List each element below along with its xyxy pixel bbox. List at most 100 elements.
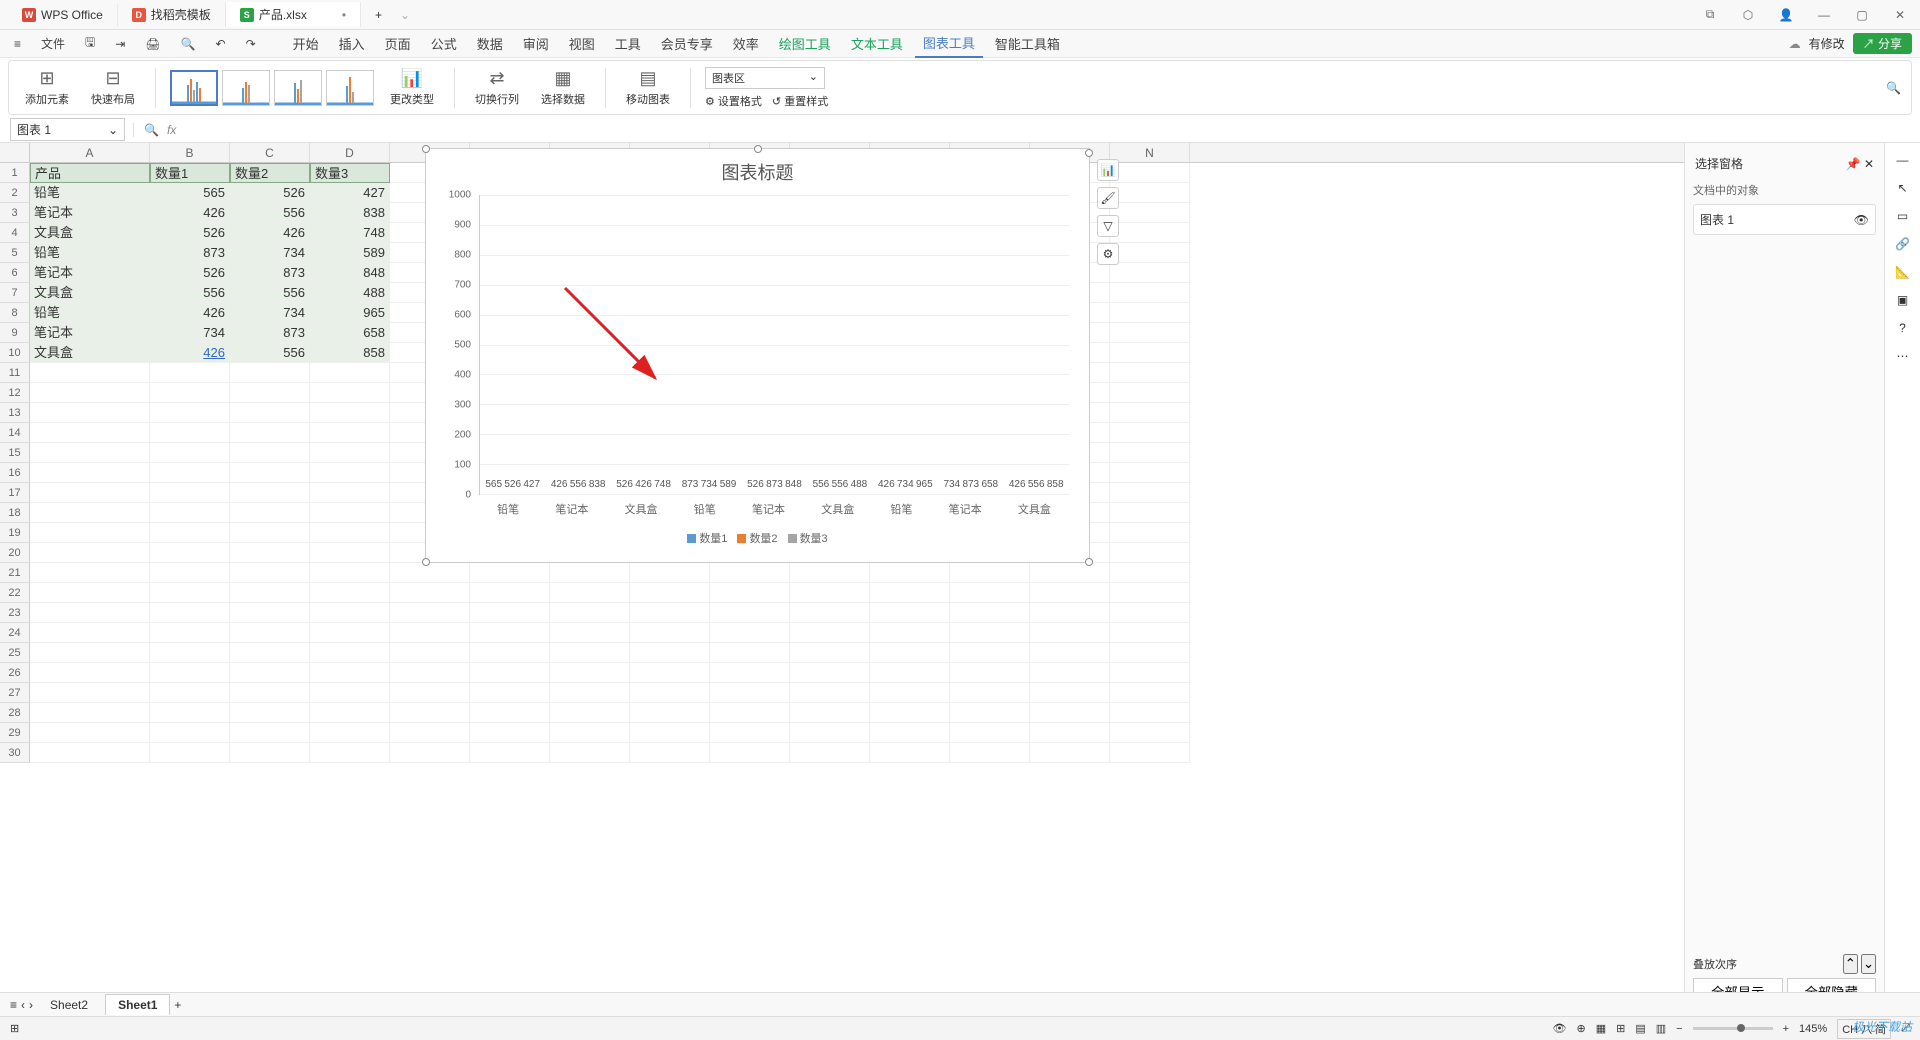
row-header[interactable]: 28	[0, 703, 30, 723]
cell[interactable]	[470, 603, 550, 623]
cell[interactable]: 589	[310, 243, 390, 263]
row-header[interactable]: 23	[0, 603, 30, 623]
menu-icon[interactable]: ≡	[8, 35, 27, 53]
more-icon[interactable]: ⋯	[1897, 349, 1909, 363]
add-sheet-button[interactable]: +	[174, 998, 181, 1012]
cell[interactable]	[790, 703, 870, 723]
cell[interactable]	[150, 683, 230, 703]
cell[interactable]	[230, 543, 310, 563]
cell[interactable]	[1110, 663, 1190, 683]
cell[interactable]	[870, 623, 950, 643]
cell[interactable]: 铅笔	[30, 303, 150, 323]
cell[interactable]	[550, 743, 630, 763]
cell[interactable]	[710, 643, 790, 663]
formula-bar[interactable]: 🔍 fx	[133, 123, 1910, 137]
cell[interactable]	[150, 723, 230, 743]
view-grid3-icon[interactable]: ▥	[1656, 1022, 1666, 1035]
cell[interactable]	[710, 703, 790, 723]
cell[interactable]	[150, 523, 230, 543]
row-header[interactable]: 3	[0, 203, 30, 223]
chart-elements-icon[interactable]: 📊	[1097, 159, 1119, 181]
cell[interactable]	[390, 703, 470, 723]
screenshot-tool-icon[interactable]: ▣	[1897, 293, 1908, 307]
cell[interactable]	[470, 743, 550, 763]
app-tab-file[interactable]: S产品.xlsx•	[226, 2, 361, 27]
cell[interactable]	[390, 663, 470, 683]
cell[interactable]	[790, 603, 870, 623]
cell[interactable]: 426	[150, 303, 230, 323]
zoom-in-button[interactable]: +	[1783, 1023, 1789, 1035]
cell[interactable]	[710, 603, 790, 623]
cell[interactable]	[230, 663, 310, 683]
cell[interactable]	[30, 703, 150, 723]
cell[interactable]	[950, 623, 1030, 643]
select-data-button[interactable]: ▦选择数据	[535, 68, 591, 107]
row-header[interactable]: 26	[0, 663, 30, 683]
cell[interactable]	[550, 663, 630, 683]
cell[interactable]	[1110, 383, 1190, 403]
resize-handle[interactable]	[422, 558, 430, 566]
cell[interactable]	[1110, 223, 1190, 243]
cell[interactable]	[150, 643, 230, 663]
cell[interactable]	[950, 643, 1030, 663]
select-all-corner[interactable]	[0, 143, 30, 162]
cell[interactable]	[470, 703, 550, 723]
cell[interactable]	[30, 743, 150, 763]
cell[interactable]	[950, 563, 1030, 583]
cell[interactable]	[230, 423, 310, 443]
ribbon-tab-active[interactable]: 图表工具	[915, 29, 983, 58]
cell[interactable]	[230, 383, 310, 403]
cell[interactable]	[310, 543, 390, 563]
ribbon-tab[interactable]: 视图	[561, 30, 603, 57]
cell[interactable]: 734	[230, 243, 310, 263]
row-header[interactable]: 2	[0, 183, 30, 203]
column-header[interactable]: A	[30, 143, 150, 162]
cell[interactable]	[230, 483, 310, 503]
cell[interactable]	[150, 483, 230, 503]
cell[interactable]	[630, 663, 710, 683]
tab-add[interactable]: +	[361, 4, 396, 26]
cell[interactable]	[1030, 683, 1110, 703]
cell[interactable]	[230, 523, 310, 543]
ribbon-tab[interactable]: 文本工具	[843, 30, 911, 57]
cell[interactable]: 734	[230, 303, 310, 323]
cell[interactable]	[870, 583, 950, 603]
sheets-menu-icon[interactable]: ≡	[10, 998, 17, 1012]
ribbon-tab[interactable]: 页面	[377, 30, 419, 57]
ribbon-tab[interactable]: 智能工具箱	[987, 30, 1068, 57]
cell[interactable]	[710, 563, 790, 583]
cell[interactable]	[1030, 743, 1110, 763]
row-header[interactable]: 22	[0, 583, 30, 603]
ribbon-tab[interactable]: 开始	[285, 30, 327, 57]
cell[interactable]	[1030, 563, 1110, 583]
row-header[interactable]: 25	[0, 643, 30, 663]
cell[interactable]	[310, 623, 390, 643]
cell[interactable]	[710, 683, 790, 703]
cell[interactable]	[30, 543, 150, 563]
cell[interactable]	[150, 703, 230, 723]
cell[interactable]	[1110, 443, 1190, 463]
cell[interactable]	[1110, 643, 1190, 663]
cell[interactable]	[550, 623, 630, 643]
close-button[interactable]: ✕	[1888, 8, 1912, 22]
minimize-button[interactable]: —	[1812, 8, 1836, 22]
cell[interactable]	[550, 703, 630, 723]
cell[interactable]	[630, 603, 710, 623]
cell[interactable]	[30, 423, 150, 443]
legend-item[interactable]: 数量1	[687, 530, 727, 546]
cell[interactable]	[470, 583, 550, 603]
cell[interactable]	[630, 703, 710, 723]
cell[interactable]	[230, 743, 310, 763]
row-header[interactable]: 20	[0, 543, 30, 563]
resize-handle[interactable]	[1085, 558, 1093, 566]
resize-handle[interactable]	[754, 145, 762, 153]
change-type-button[interactable]: 📊更改类型	[384, 68, 440, 107]
cell[interactable]	[230, 623, 310, 643]
cell[interactable]	[1030, 603, 1110, 623]
chart-object[interactable]: 📊 🖌 ▽ ⚙ 图表标题 010020030040050060070080090…	[425, 148, 1090, 563]
app-tab-template[interactable]: D找稻壳模板	[118, 2, 226, 27]
quick-layout-button[interactable]: ⊟快速布局	[85, 68, 141, 107]
cell[interactable]	[310, 503, 390, 523]
cell[interactable]	[870, 743, 950, 763]
resize-handle[interactable]	[422, 145, 430, 153]
